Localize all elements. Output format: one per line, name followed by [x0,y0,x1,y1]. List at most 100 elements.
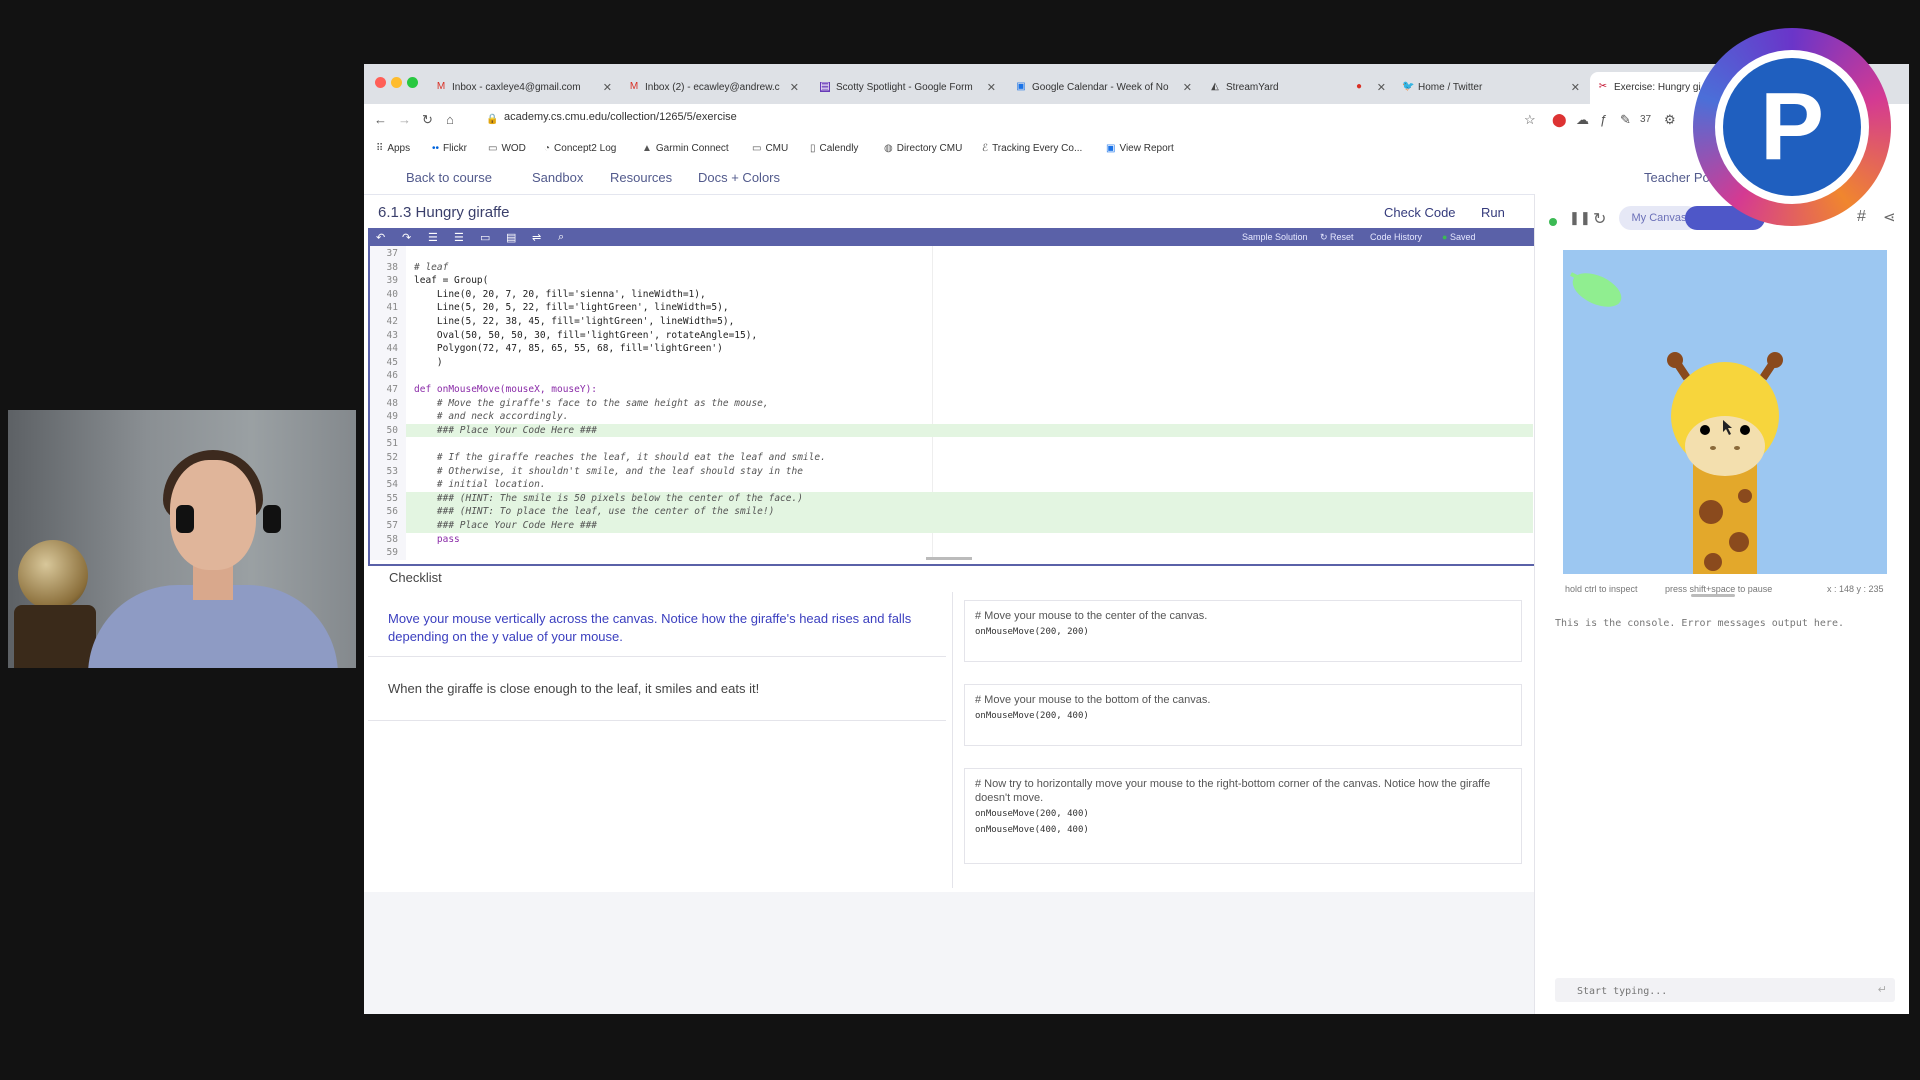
extension-gear-icon[interactable]: ⚙ [1664,112,1676,128]
tab-twitter[interactable]: 🐦 Home / Twitter ✕ [1402,72,1582,104]
test-case-call: onMouseMove(200, 400) [975,809,1089,819]
bookmark-cmu[interactable]: ▭ CMU [752,143,788,154]
close-tab-icon[interactable]: ✕ [603,72,612,104]
bookmark-flickr[interactable]: •• Flickr [432,143,467,154]
format-icon[interactable]: ▤ [506,231,516,244]
extension-cloud-icon[interactable]: ☁ [1576,112,1589,128]
checklist-item-text: When the giraffe is close enough to the … [388,681,760,696]
line-number: 58 [386,533,398,545]
code-line[interactable]: # and neck accordingly. [414,411,569,422]
extension-badge[interactable]: 37 [1640,114,1651,125]
bookmark-wod[interactable]: ▭ WOD [488,143,526,154]
back-arrow-icon[interactable]: ← [374,112,387,127]
bookmark-calendly[interactable]: ▯ Calendly [810,143,858,154]
code-line[interactable]: Line(0, 20, 7, 20, fill='sienna', lineWi… [414,289,706,300]
gmail-icon: M [436,81,446,93]
bookmark-view-report[interactable]: ▣ View Report [1106,143,1174,154]
run-button[interactable]: Run [1481,205,1505,220]
tab-extension[interactable]: ● ✕ [1354,72,1388,104]
tab-bar: M Inbox - caxleye4@gmail.com ✕ M Inbox (2) … [364,64,1909,104]
close-tab-icon[interactable]: ✕ [1183,72,1192,104]
pen-icon[interactable]: ✎ [1620,112,1631,128]
code-line[interactable]: ### (HINT: The smile is 50 pixels below … [414,493,803,504]
editor-resize-handle[interactable] [926,557,972,560]
reset-button[interactable]: ↻ Reset [1320,232,1354,243]
close-tab-icon[interactable]: ✕ [790,72,799,104]
code-line[interactable]: # initial location. [414,479,546,490]
page-icon: ▯ [810,143,816,154]
url-field[interactable]: academy.cs.cmu.edu/collection/1265/5/exe… [504,111,737,123]
code-line[interactable]: pass [414,534,460,545]
checklist-item-text: Move your mouse vertically across the ca… [388,611,912,644]
checklist: Move your mouse vertically across the ca… [368,592,1533,892]
dedent-icon[interactable]: ☰ [454,231,464,244]
pause-icon[interactable]: ❚❚ [1569,210,1591,226]
sandbox-link[interactable]: Sandbox [532,170,583,185]
bookmark-apps[interactable]: ⠿ Apps [376,143,410,154]
bookmark-concept2[interactable]: ◔ Concept2 Log [544,143,616,154]
search-icon[interactable]: ⌕ [558,231,564,244]
code-line[interactable]: Oval(50, 50, 50, 30, fill='lightGreen', … [414,330,757,341]
tab-streamyard[interactable]: ◭ StreamYard [1210,72,1310,104]
tab-gmail-personal[interactable]: M Inbox - caxleye4@gmail.com ✕ [436,72,614,104]
checklist-item[interactable]: Move your mouse vertically across the ca… [368,592,946,657]
maximize-window-button[interactable] [407,77,418,88]
code-line[interactable]: ### Place Your Code Here ### [414,520,597,531]
code-line[interactable]: leaf = Group( [414,275,488,286]
code-line[interactable]: # Move the giraffe's face to the same he… [414,398,769,409]
forward-arrow-icon[interactable]: → [398,112,411,127]
code-line[interactable]: ### Place Your Code Here ### [414,425,597,436]
code-line[interactable]: def onMouseMove(mouseX, mouseY): [414,384,597,395]
checklist-heading: Checklist [389,570,442,585]
bookmark-garmin[interactable]: ▲ Garmin Connect [642,143,729,154]
code-line[interactable]: ) [414,357,443,368]
wrap-icon[interactable]: ⇌ [532,231,541,244]
adblock-icon[interactable]: ⬤ [1552,112,1567,128]
tab-google-calendar[interactable]: ▣ Google Calendar - Week of No ✕ [1016,72,1194,104]
indent-icon[interactable]: ☰ [428,231,438,244]
close-tab-icon[interactable]: ✕ [987,72,996,104]
canvas-resize-handle[interactable] [1691,594,1735,597]
minimize-window-button[interactable] [391,77,402,88]
back-to-course-link[interactable]: Back to course [406,170,492,185]
close-window-button[interactable] [375,77,386,88]
reload-icon[interactable]: ↻ [422,112,433,128]
code-line[interactable]: # If the giraffe reaches the leaf, it sh… [414,452,826,463]
exercise-title: 6.1.3 Hungry giraffe [378,204,510,221]
resources-link[interactable]: Resources [610,170,672,185]
undo-icon[interactable]: ↶ [376,231,385,244]
code-line[interactable]: Polygon(72, 47, 85, 65, 55, 68, fill='li… [414,343,723,354]
share-icon[interactable]: ⋖ [1883,208,1896,226]
console-input[interactable] [1555,978,1879,1004]
checklist-item[interactable]: When the giraffe is close enough to the … [368,658,946,721]
formula-icon[interactable]: ƒ [1600,112,1607,127]
docs-colors-link[interactable]: Docs + Colors [698,170,780,185]
close-tab-icon[interactable]: ✕ [1571,72,1580,104]
sample-solution-button[interactable]: Sample Solution [1242,232,1308,242]
bookmark-tracking[interactable]: ℰ Tracking Every Co... [982,143,1082,154]
line-number: 51 [386,438,398,450]
close-tab-icon[interactable]: ✕ [1377,72,1386,104]
code-line[interactable]: ### (HINT: To place the leaf, use the ce… [414,506,774,517]
line-number: 54 [386,479,398,491]
bookmark-directory[interactable]: ◍ Directory CMU [884,143,962,154]
grid-icon[interactable]: # [1857,208,1866,226]
code-line[interactable]: Line(5, 20, 5, 22, fill='lightGreen', li… [414,302,729,313]
redo-icon[interactable]: ↷ [402,231,411,244]
code-line[interactable]: # Otherwise, it shouldn't smile, and the… [414,466,803,477]
tab-gmail-andrew[interactable]: M Inbox (2) - ecawley@andrew.c ✕ [629,72,801,104]
check-code-button[interactable]: Check Code [1384,205,1456,220]
comment-icon[interactable]: ▭ [480,231,490,244]
code-history-button[interactable]: Code History [1370,232,1422,242]
program-canvas[interactable] [1563,250,1887,574]
tab-google-form[interactable]: ▤ Scotty Spotlight - Google Form ✕ [820,72,998,104]
report-icon: ▣ [1106,143,1116,154]
code-editor[interactable]: ↶ ↷ ☰ ☰ ▭ ▤ ⇌ ⌕ Sample Solution ↻ Reset … [368,228,1537,566]
code-line[interactable]: Line(5, 22, 38, 45, fill='lightGreen', l… [414,316,734,327]
reset-icon: ↻ [1320,232,1331,242]
bookmark-star-icon[interactable]: ☆ [1524,112,1536,128]
home-icon[interactable]: ⌂ [446,112,454,127]
restart-icon[interactable]: ↻ [1593,209,1606,229]
code-line[interactable]: # leaf [414,262,448,273]
line-number: 47 [386,384,398,395]
